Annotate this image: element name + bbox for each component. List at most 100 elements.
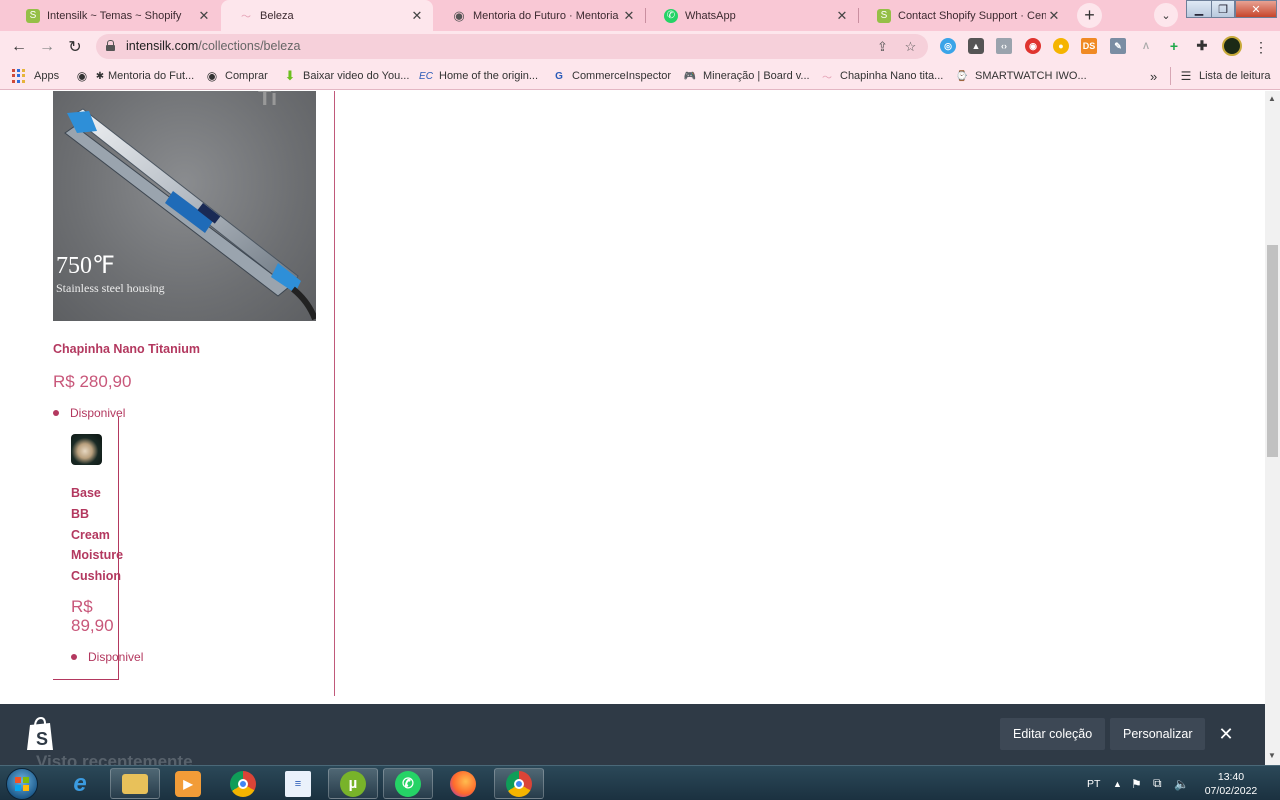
- reading-list-label: Lista de leitura: [1199, 70, 1271, 82]
- product-price-chapinha: R$ 280,90: [53, 372, 132, 391]
- share-icon[interactable]: ⇪: [874, 38, 891, 55]
- menu-kebab-icon[interactable]: ⋮: [1250, 36, 1272, 58]
- extensions-puzzle-icon[interactable]: ✚: [1194, 38, 1210, 54]
- forward-arrow-icon[interactable]: →: [36, 36, 58, 58]
- taskbar-media-player[interactable]: ▶: [163, 768, 213, 799]
- bookmark-comprar[interactable]: ◉ Comprar: [205, 67, 268, 85]
- shopify-bag-icon[interactable]: S: [24, 716, 56, 752]
- scroll-down-arrow-icon[interactable]: ▼: [1268, 751, 1276, 760]
- firefox-icon: [450, 770, 476, 797]
- profile-avatar[interactable]: [1222, 36, 1242, 56]
- tab-search-chevron-icon[interactable]: ⌄: [1154, 3, 1178, 27]
- beauty-icon: 〜: [241, 12, 251, 23]
- availability-base-bb-cream: Disponivel: [71, 650, 143, 664]
- bookmark-label: CommerceInspector: [572, 70, 672, 82]
- restore-window-button[interactable]: ❐: [1211, 0, 1235, 18]
- taskbar-chrome-active[interactable]: [494, 768, 544, 799]
- bookmark-mineracao[interactable]: 🎮 Mineração | Board v...: [683, 67, 810, 85]
- extension-a-icon[interactable]: Λ: [1138, 38, 1154, 54]
- bookmark-star-icon[interactable]: ☆: [902, 38, 919, 55]
- bookmark-label: Baixar video do You...: [303, 70, 410, 82]
- taskbar-firefox[interactable]: [438, 768, 488, 799]
- tab-title: Intensilk ~ Temas ~ Shopify: [47, 9, 182, 22]
- close-tab-icon[interactable]: ✕: [1046, 8, 1062, 24]
- close-icon[interactable]: ✕: [1216, 724, 1236, 744]
- product-image-chapinha[interactable]: Ti 750℉ Stainless steel housing: [53, 91, 316, 321]
- bookmark-home-original[interactable]: EC Home of the origin...: [419, 67, 538, 85]
- start-button[interactable]: [6, 768, 38, 800]
- taskbar-file-explorer[interactable]: [110, 768, 160, 799]
- reading-list-button[interactable]: ☰ Lista de leitura: [1170, 67, 1271, 85]
- watch-icon: ⌚: [955, 70, 969, 82]
- document-icon: ≡: [285, 770, 311, 797]
- taskbar-chrome[interactable]: [218, 768, 268, 799]
- extension-orange-icon[interactable]: ●: [1053, 38, 1069, 54]
- back-arrow-icon[interactable]: ←: [8, 36, 30, 58]
- close-tab-icon[interactable]: ✕: [196, 8, 212, 24]
- taskbar-whatsapp[interactable]: ✆: [383, 768, 433, 799]
- url-text: intensilk.com/collections/beleza: [126, 39, 300, 53]
- bookmark-smartwatch[interactable]: ⌚ SMARTWATCH IWO...: [955, 67, 1087, 85]
- bookmark-mentoria[interactable]: ◉ ✱ Mentoria do Fut...: [75, 67, 194, 85]
- product-title-chapinha[interactable]: Chapinha Nano Titanium: [53, 342, 200, 356]
- close-tab-icon[interactable]: ✕: [409, 8, 425, 24]
- lock-icon[interactable]: [106, 40, 115, 51]
- page-scrollbar[interactable]: ▲ ▼: [1265, 91, 1280, 765]
- action-center-flag-icon[interactable]: ⚑: [1131, 766, 1142, 800]
- bookmark-label: Home of the origin...: [439, 70, 539, 82]
- scroll-up-arrow-icon[interactable]: ▲: [1268, 94, 1276, 103]
- address-bar[interactable]: intensilk.com/collections/beleza ⇪ ☆: [96, 34, 928, 59]
- bookmark-chapinha[interactable]: 〜 Chapinha Nano tita...: [820, 67, 943, 85]
- bookmark-apps[interactable]: Apps: [12, 67, 59, 85]
- tab-shopify-support[interactable]: S Contact Shopify Support · Central ✕: [859, 0, 1070, 31]
- utorrent-icon: µ: [340, 770, 366, 797]
- taskbar-document[interactable]: ≡: [273, 768, 323, 799]
- minimize-window-button[interactable]: ▁: [1186, 0, 1212, 18]
- network-icon[interactable]: ⧉: [1153, 766, 1162, 800]
- volume-icon[interactable]: 🔈: [1174, 766, 1189, 800]
- bookmarks-bar: Apps ◉ ✱ Mentoria do Fut... ◉ Comprar ⬇ …: [0, 62, 1280, 90]
- tab-intensilk-temas[interactable]: S Intensilk ~ Temas ~ Shopify ✕: [8, 0, 220, 31]
- bookmark-baixar-video[interactable]: ⬇ Baixar video do You...: [283, 67, 410, 85]
- scroll-thumb[interactable]: [1267, 245, 1278, 457]
- extension-dropper-icon[interactable]: ✎: [1110, 38, 1126, 54]
- extension-search-icon[interactable]: ◎: [940, 38, 956, 54]
- ec-logo-icon: EC: [419, 70, 433, 82]
- show-hidden-icons-chevron-icon[interactable]: ▲: [1113, 766, 1122, 800]
- bookmarks-overflow-button[interactable]: »: [1150, 67, 1157, 85]
- system-clock[interactable]: 13:40 07/02/2022: [1200, 770, 1262, 798]
- shopify-icon: S: [26, 8, 40, 23]
- reload-icon[interactable]: ↻: [64, 36, 86, 58]
- edit-collection-button[interactable]: Editar coleção: [1000, 718, 1106, 750]
- tab-beleza[interactable]: 〜 Beleza ✕: [221, 0, 433, 31]
- language-indicator[interactable]: PT: [1087, 766, 1100, 800]
- close-tab-icon[interactable]: ✕: [834, 8, 850, 24]
- product-title-base-bb-cream[interactable]: Base BB Cream Moisture Cushion: [71, 483, 123, 587]
- extension-plus-icon[interactable]: +: [1166, 38, 1182, 54]
- media-player-icon: ▶: [175, 770, 201, 797]
- beauty-icon: 〜: [822, 72, 832, 84]
- product-thumbnail-base-bb-cream[interactable]: [71, 434, 102, 465]
- pin-icon: ✱: [95, 70, 105, 82]
- extension-code-icon[interactable]: ‹›: [996, 38, 1012, 54]
- new-tab-button[interactable]: +: [1077, 3, 1102, 28]
- tab-mentoria[interactable]: ◉ Mentoria do Futuro · Mentoria ✕: [434, 0, 645, 31]
- shopify-admin-bar: Visto recentemente S Editar coleção Pers…: [0, 704, 1265, 771]
- clock-time: 13:40: [1217, 771, 1245, 783]
- close-tab-icon[interactable]: ✕: [621, 8, 637, 24]
- taskbar-utorrent[interactable]: µ: [328, 768, 378, 799]
- customize-button[interactable]: Personalizar: [1110, 718, 1206, 750]
- url-path: /collections/beleza: [198, 39, 301, 53]
- price-line: R$: [71, 597, 93, 616]
- extension-target-icon[interactable]: ◉: [1025, 38, 1041, 54]
- windows-taskbar: e ▶ ≡ µ ✆ PT ▲ ⚑ ⧉ 🔈 13:40 07/02/2022: [0, 765, 1280, 800]
- extension-ds-icon[interactable]: DS: [1081, 38, 1097, 54]
- title-line: Cream: [71, 527, 110, 542]
- tab-whatsapp[interactable]: ✆ WhatsApp ✕: [646, 0, 858, 31]
- bookmark-commerceinspector[interactable]: G CommerceInspector: [552, 67, 671, 85]
- close-window-button[interactable]: ✕: [1235, 0, 1277, 18]
- extension-spy-icon[interactable]: ▲: [968, 38, 984, 54]
- tab-title: WhatsApp: [685, 9, 736, 22]
- tab-strip: S Intensilk ~ Temas ~ Shopify ✕ 〜 Beleza…: [0, 0, 1280, 31]
- taskbar-internet-explorer[interactable]: e: [55, 768, 105, 799]
